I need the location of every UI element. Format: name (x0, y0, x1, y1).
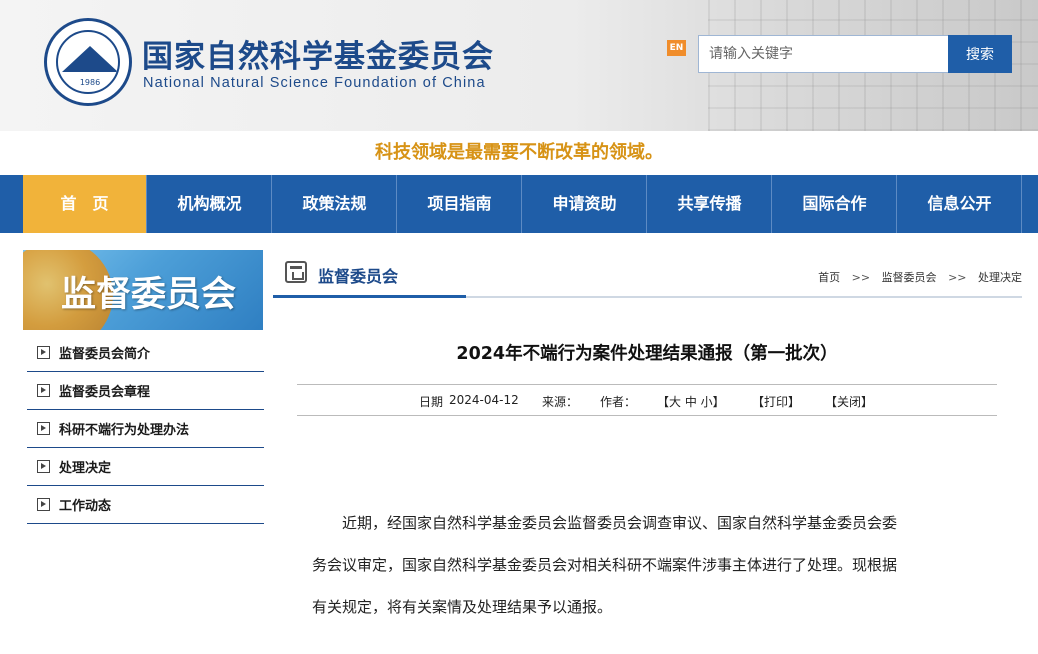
breadcrumb-decisions[interactable]: 处理决定 (978, 269, 1022, 285)
org-name-en: National Natural Science Foundation of C… (143, 75, 486, 91)
breadcrumb-separator: >> (948, 271, 967, 284)
nav-item-apply[interactable]: 申请资助 (523, 175, 647, 233)
section-header: 监督委员会 首页 >> 监督委员会 >> 处理决定 (273, 251, 1022, 298)
slogan: 科技领域是最需要不断改革的领域。 (0, 131, 1038, 175)
sidebar-item-news[interactable]: 工作动态 (27, 486, 264, 524)
close-link[interactable]: 【关闭】 (825, 393, 873, 410)
arrow-right-icon (37, 460, 50, 473)
article-title: 2024年不端行为案件处理结果通报（第一批次） (456, 344, 838, 364)
arrow-right-icon (37, 384, 50, 397)
sidebar-item-label: 工作动态 (59, 499, 112, 514)
breadcrumb-committee[interactable]: 监督委员会 (882, 269, 937, 285)
section-header-accent (273, 295, 466, 298)
article-paragraph-line: 有关规定，将有关案情及处理结果予以通报。 (312, 598, 613, 616)
english-version-link[interactable]: EN (667, 40, 686, 56)
nav-item-policy[interactable]: 政策法规 (273, 175, 397, 233)
sidebar-menu: 监督委员会简介 监督委员会章程 科研不端行为处理办法 处理决定 工作动态 (27, 334, 264, 524)
section-title: 监督委员会 (318, 267, 399, 286)
breadcrumb-home[interactable]: 首页 (818, 269, 840, 285)
search-button[interactable]: 搜索 (948, 35, 1012, 73)
print-link[interactable]: 【打印】 (752, 393, 800, 410)
nav-item-about[interactable]: 机构概况 (148, 175, 272, 233)
mountain-icon (62, 46, 118, 72)
nsfc-logo[interactable]: 1986 (44, 18, 132, 106)
document-icon (285, 261, 307, 283)
font-size-control[interactable]: 【大 中 小】 (657, 393, 725, 410)
author-label: 作者： (600, 395, 637, 409)
article-paragraph-line: 务会议审定，国家自然科学基金委员会对相关科研不端案件涉事主体进行了处理。现根据 (312, 556, 898, 574)
sidebar-item-intro[interactable]: 监督委员会简介 (27, 334, 264, 372)
main-nav: 首 页 机构概况 政策法规 项目指南 申请资助 共享传播 国际合作 信息公开 (0, 175, 1038, 233)
arrow-right-icon (37, 422, 50, 435)
breadcrumb-separator: >> (851, 271, 871, 284)
search-input[interactable] (698, 35, 950, 73)
sidebar-banner: 监督委员会 (23, 250, 263, 330)
logo-emblem: 1986 (56, 30, 120, 94)
logo-year: 1986 (79, 78, 101, 87)
article-meta: 日期 2024-04-12 来源： 作者： 【大 中 小】 【打印】 【关闭】 (297, 384, 997, 416)
sidebar-banner-title: 监督委员会 (61, 275, 237, 315)
article-paragraph-line: 近期，经国家自然科学基金委员会监督委员会调查审议、国家自然科学基金委员会委 (312, 514, 898, 532)
sidebar-item-charter[interactable]: 监督委员会章程 (27, 372, 264, 410)
breadcrumb: 首页 >> 监督委员会 >> 处理决定 (818, 269, 1022, 285)
sidebar-item-label: 处理决定 (59, 461, 112, 476)
sidebar-item-label: 监督委员会简介 (59, 347, 151, 362)
date-label: 日期 (419, 395, 444, 409)
sidebar-item-decisions[interactable]: 处理决定 (27, 448, 264, 486)
org-name-cn: 国家自然科学基金委员会 (142, 39, 494, 75)
nav-item-guide[interactable]: 项目指南 (398, 175, 522, 233)
arrow-right-icon (37, 498, 50, 511)
nav-item-intl[interactable]: 国际合作 (773, 175, 897, 233)
site-header: 1986 国家自然科学基金委员会 National Natural Scienc… (0, 0, 1038, 131)
nav-item-info[interactable]: 信息公开 (898, 175, 1022, 233)
sidebar-item-label: 监督委员会章程 (59, 385, 151, 400)
nav-item-share[interactable]: 共享传播 (648, 175, 772, 233)
sidebar-item-measures[interactable]: 科研不端行为处理办法 (27, 410, 264, 448)
arrow-right-icon (37, 346, 50, 359)
nav-item-home[interactable]: 首 页 (23, 175, 147, 233)
date-value: 2024-04-12 (449, 393, 519, 407)
source-label: 来源： (542, 395, 579, 409)
sidebar-item-label: 科研不端行为处理办法 (59, 423, 190, 438)
